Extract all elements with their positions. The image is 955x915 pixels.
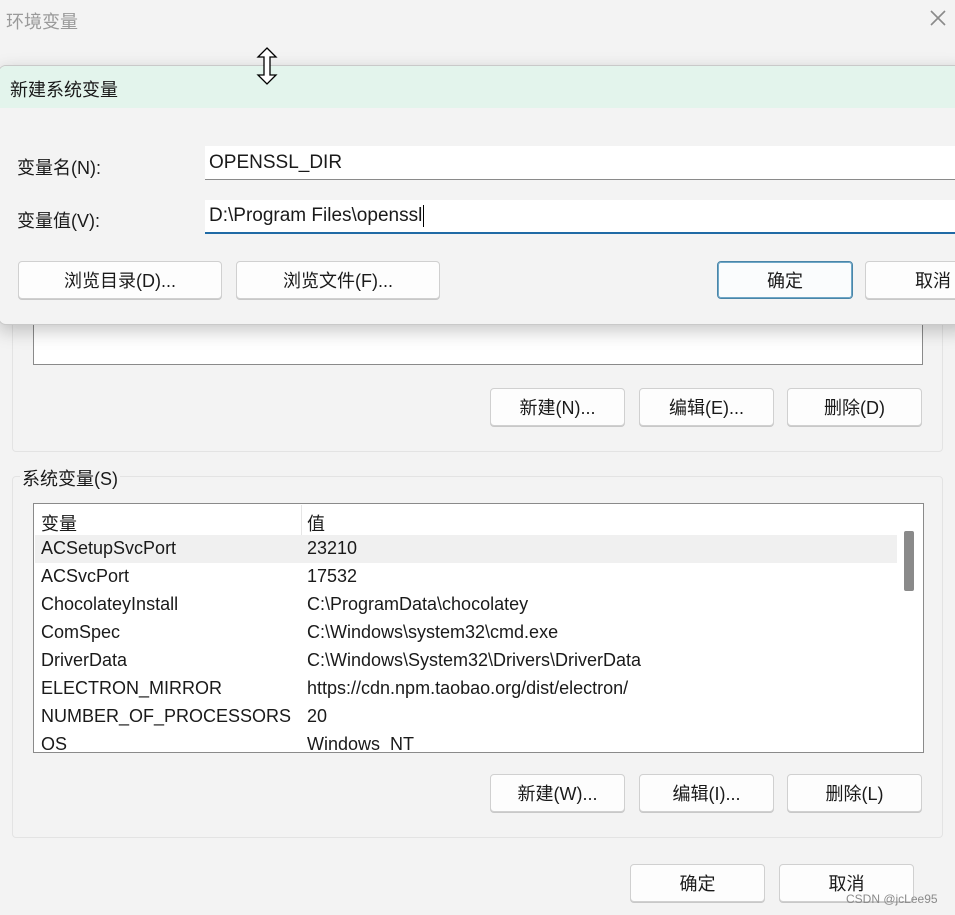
dialog-ok-button[interactable]: 确定 [717, 261, 853, 299]
table-row[interactable]: DriverData C:\Windows\System32\Drivers\Dr… [35, 647, 897, 675]
user-var-edit-button[interactable]: 编辑(E)... [639, 388, 774, 426]
variable-value-value: D:\Program Files\openssl [209, 205, 423, 226]
variable-name-cell: ACSetupSvcPort [41, 538, 177, 558]
browse-directory-button[interactable]: 浏览目录(D)... [18, 261, 222, 299]
vertical-scrollbar[interactable] [898, 505, 922, 750]
system-vars-table[interactable]: 变量 值 ACSetupSvcPort 23210 ACSvcPort 17532 Ch… [33, 503, 924, 753]
env-vars-window: 环境变量 新建(N)... 编辑(E)... 删除(D) 系统变量(S) 变量 … [0, 0, 955, 915]
variable-name-cell: ChocolateyInstall [41, 594, 179, 614]
variable-value-cell: 20 [307, 706, 328, 726]
variable-value-label: 变量值(V): [17, 211, 100, 231]
variable-name-cell: DriverData [41, 650, 128, 670]
resize-cursor-icon [256, 47, 278, 85]
variable-name-cell: OS [41, 734, 68, 753]
variable-value-cell: 23210 [307, 538, 358, 558]
column-divider[interactable] [301, 505, 302, 535]
browse-file-button[interactable]: 浏览文件(F)... [236, 261, 440, 299]
column-header-variable[interactable]: 变量 [41, 510, 77, 536]
scrollbar-thumb[interactable] [904, 531, 914, 591]
user-var-new-button[interactable]: 新建(N)... [490, 388, 625, 426]
variable-name-value: OPENSSL_DIR [209, 151, 343, 173]
variable-value-cell: 17532 [307, 566, 358, 586]
table-row[interactable]: ACSvcPort 17532 [35, 563, 897, 591]
table-header: 变量 值 [35, 505, 897, 535]
outer-window-title: 环境变量 [6, 12, 78, 32]
variable-value-cell: https://cdn.npm.taobao.org/dist/electron… [307, 678, 629, 698]
table-row[interactable]: ComSpec C:\Windows\system32\cmd.exe [35, 619, 897, 647]
ok-button[interactable]: 确定 [630, 864, 765, 902]
dialog-title: 新建系统变量 [10, 80, 118, 100]
system-vars-label: 系统变量(S) [20, 465, 120, 491]
close-icon[interactable] [926, 6, 950, 30]
system-var-edit-button[interactable]: 编辑(I)... [639, 774, 774, 812]
table-row[interactable]: ACSetupSvcPort 23210 [35, 535, 897, 563]
system-var-delete-button[interactable]: 删除(L) [787, 774, 922, 812]
variable-value-cell: C:\Windows\System32\Drivers\DriverData [307, 650, 642, 670]
outer-titlebar: 环境变量 [0, 0, 955, 40]
text-caret [423, 205, 425, 227]
variable-value-cell: C:\Windows\system32\cmd.exe [307, 622, 559, 642]
variable-name-cell: ComSpec [41, 622, 121, 642]
variable-name-cell: ELECTRON_MIRROR [41, 678, 223, 698]
variable-value-cell: C:\ProgramData\chocolatey [307, 594, 529, 614]
variable-name-label: 变量名(N): [17, 158, 101, 178]
variable-value-input[interactable]: D:\Program Files\openssl [205, 200, 955, 234]
table-row[interactable]: ELECTRON_MIRROR https://cdn.npm.taobao.or… [35, 675, 897, 703]
user-var-delete-button[interactable]: 删除(D) [787, 388, 922, 426]
variable-name-cell: ACSvcPort [41, 566, 130, 586]
table-row[interactable]: OS Windows_NT [35, 731, 897, 753]
new-system-variable-dialog: 新建系统变量 变量名(N): OPENSSL_DIR 变量值(V): D:\Pr… [0, 65, 955, 325]
table-row[interactable]: ChocolateyInstall C:\ProgramData\chocolat… [35, 591, 897, 619]
variable-name-input[interactable]: OPENSSL_DIR [205, 146, 955, 180]
table-row[interactable]: NUMBER_OF_PROCESSORS 20 [35, 703, 897, 731]
variable-value-cell: Windows_NT [307, 734, 415, 753]
dialog-titlebar[interactable]: 新建系统变量 [0, 66, 955, 108]
column-header-value[interactable]: 值 [307, 510, 325, 536]
variable-name-cell: NUMBER_OF_PROCESSORS [41, 706, 292, 726]
watermark: CSDN @jcLee95 [846, 892, 938, 906]
dialog-cancel-button[interactable]: 取消 [865, 261, 955, 299]
system-var-new-button[interactable]: 新建(W)... [490, 774, 625, 812]
